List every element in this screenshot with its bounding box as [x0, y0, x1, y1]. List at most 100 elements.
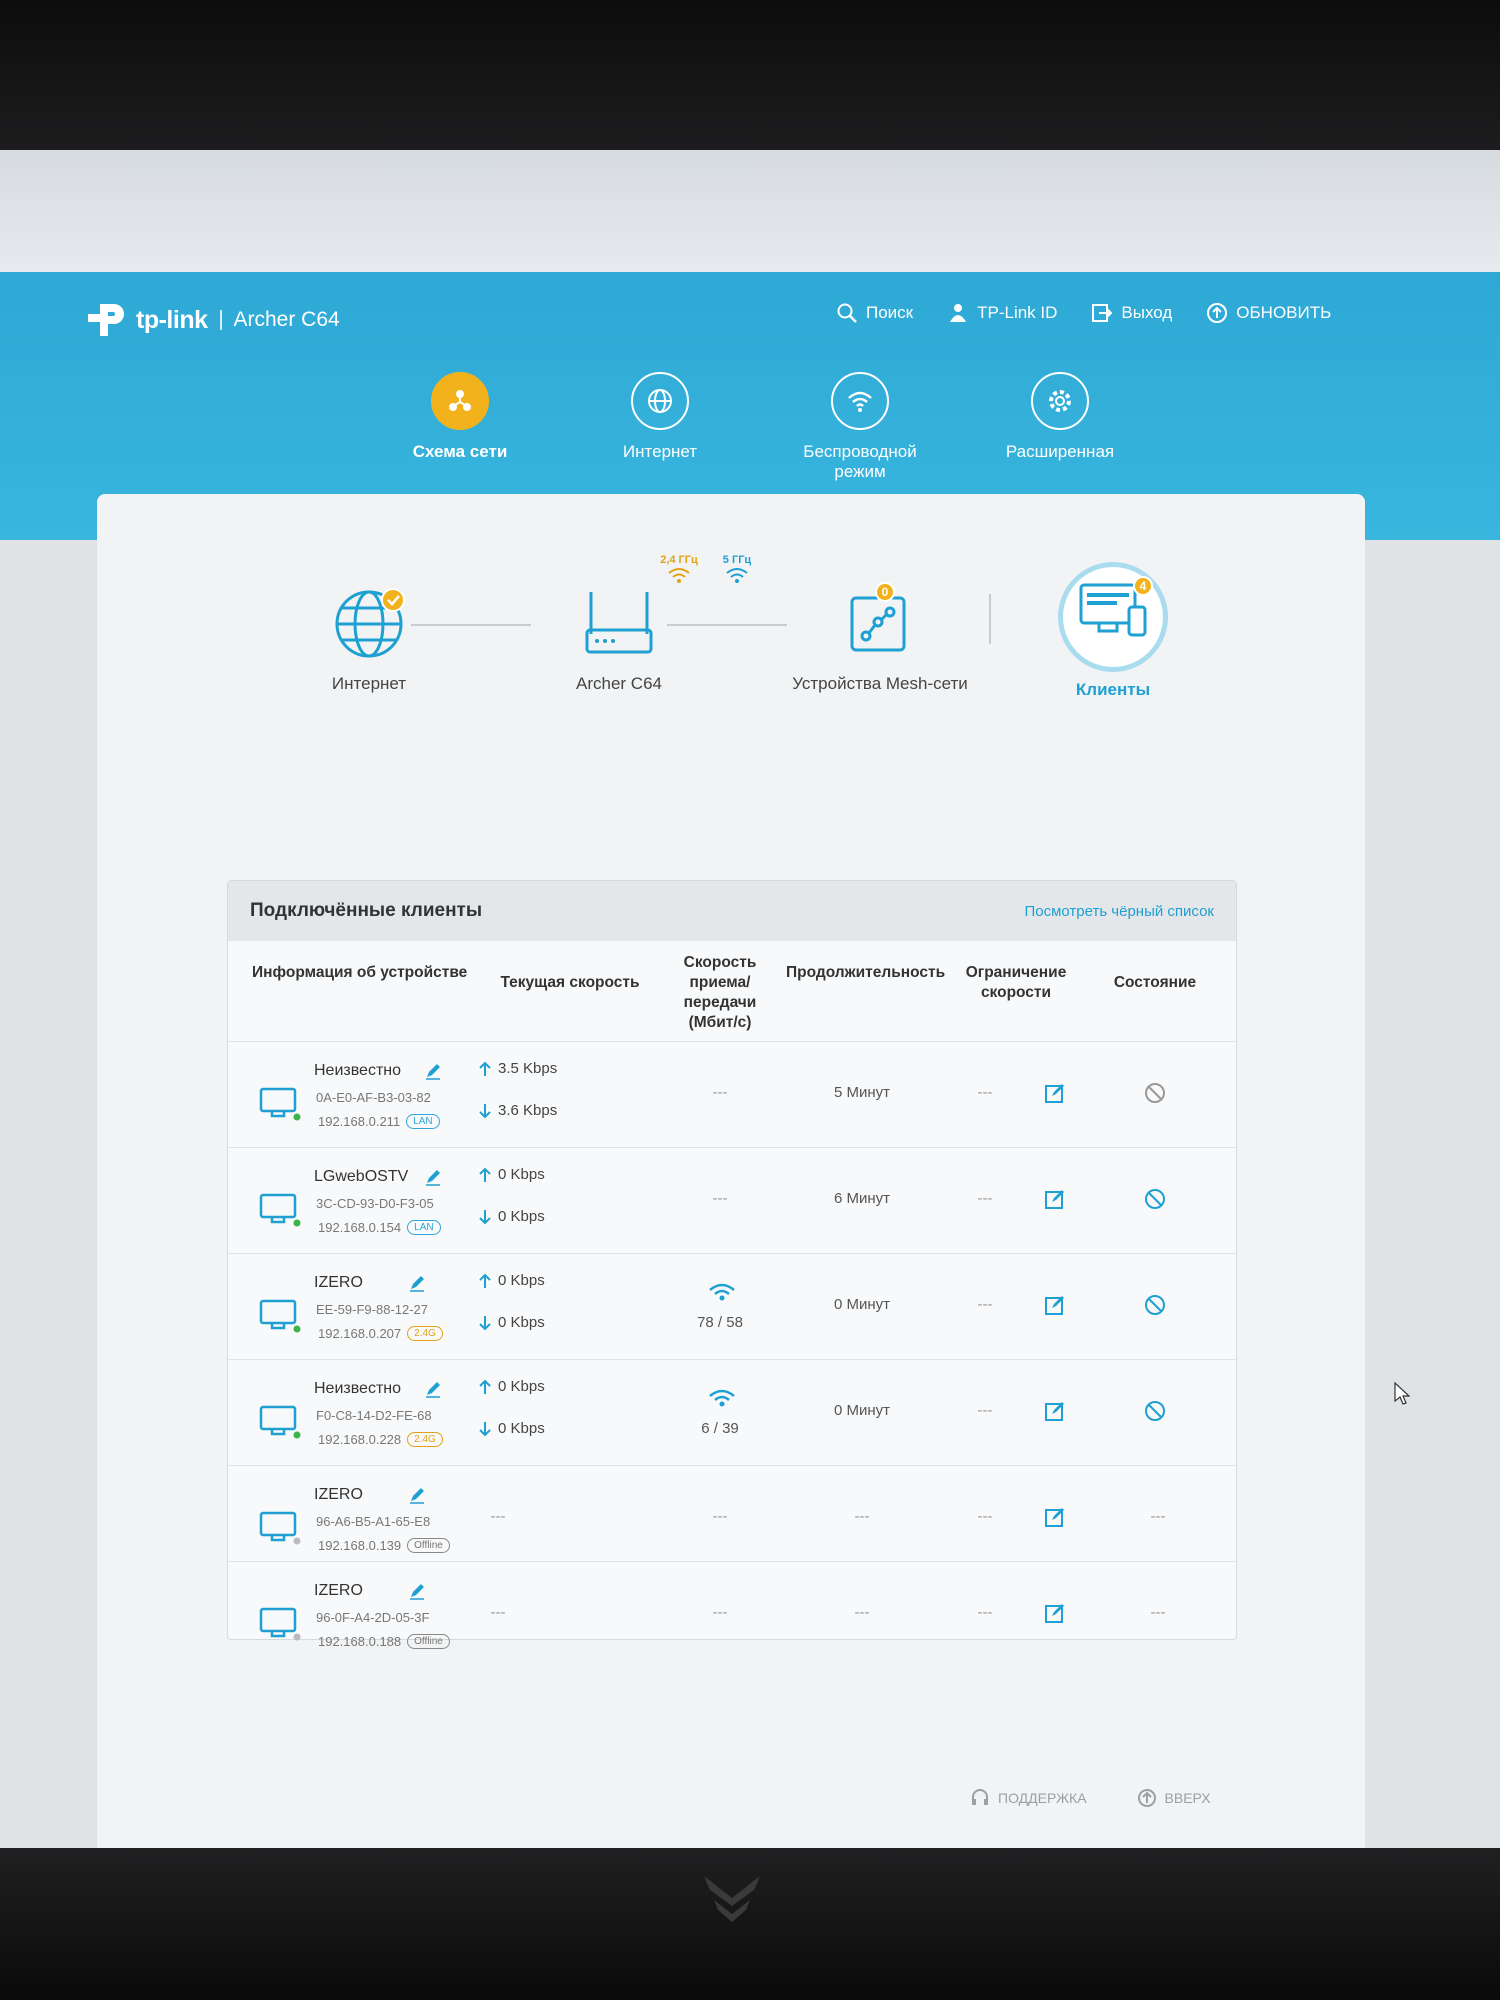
edit-name-icon[interactable]	[424, 1380, 442, 1398]
logout-button[interactable]: Выход	[1091, 302, 1172, 324]
logout-label: Выход	[1121, 303, 1173, 322]
topology-clients[interactable]: Клиенты	[1045, 562, 1181, 700]
browser-chrome	[0, 150, 1500, 272]
edit-limit-icon[interactable]	[1044, 1400, 1066, 1422]
topology-router[interactable]: Archer C64	[537, 586, 701, 694]
connection-type-badge: 2.4G	[407, 1432, 443, 1447]
device-mac: EE-59-F9-88-12-27	[316, 1302, 428, 1317]
table-row: IZERO EE-59-F9-88-12-27 192.168.0.207 2.4G 0…	[228, 1253, 1236, 1359]
device-ip: 192.168.0.211	[318, 1114, 401, 1129]
speed-value: ---	[490, 1604, 506, 1621]
limit-value: ---	[977, 1604, 993, 1621]
header-current-speed: Текущая скорость	[500, 974, 640, 991]
computer-icon	[259, 1299, 301, 1333]
rate-value: ---	[712, 1604, 728, 1621]
edit-limit-icon[interactable]	[1044, 1188, 1066, 1210]
topology-internet[interactable]: Интернет	[297, 586, 441, 694]
blacklist-link[interactable]: Посмотреть чёрный список	[1024, 903, 1214, 920]
topology-mesh[interactable]: Устройства Mesh-сети	[765, 586, 995, 694]
upload-speed: 0 Kbps	[478, 1272, 545, 1289]
tp-link-logo[interactable]: tp-link Archer C64	[86, 298, 340, 342]
network-map-icon	[431, 372, 489, 430]
clients-table-body: Неизвестно 0A-E0-AF-B3-03-82 192.168.0.211…	[228, 1041, 1236, 1657]
upload-value: 0 Kbps	[498, 1378, 545, 1395]
tab-internet[interactable]: Интернет	[560, 372, 760, 482]
device-ip-row: 192.168.0.139 Offline	[318, 1538, 450, 1553]
connected-clients-card: Подключённые клиенты Посмотреть чёрный с…	[227, 880, 1237, 1649]
edit-name-icon[interactable]	[408, 1486, 426, 1504]
back-to-top-label: ВВЕРХ	[1164, 1790, 1211, 1806]
device-name: IZERO	[314, 1582, 363, 1599]
device-ip: 192.168.0.188	[318, 1634, 402, 1649]
support-icon	[972, 1789, 988, 1805]
band-24-label: 2,4 ГГц	[660, 554, 698, 566]
header-rate: Скорость приема/передачи (Мбит/с)	[683, 954, 757, 1031]
download-value: 3.6 Kbps	[498, 1102, 558, 1119]
monitor-bezel-top	[0, 0, 1500, 150]
topology-mesh-label: Устройства Mesh-сети	[792, 674, 968, 693]
arrow-up-icon	[479, 1167, 491, 1182]
search-icon	[837, 303, 857, 323]
tab-wireless[interactable]: Беспроводной режим	[760, 372, 960, 482]
device-ip-row: 192.168.0.188 Offline	[318, 1634, 450, 1649]
search-button[interactable]: Поиск	[836, 302, 913, 324]
device-ip-row: 192.168.0.154 LAN	[318, 1220, 441, 1235]
arrow-down-icon	[479, 1421, 491, 1436]
tplink-id-button[interactable]: TP-Link ID	[947, 302, 1057, 324]
wifi-icon	[668, 568, 690, 583]
limit-value: ---	[977, 1190, 993, 1207]
download-speed: 0 Kbps	[478, 1420, 545, 1437]
edit-limit-icon[interactable]	[1044, 1602, 1066, 1624]
main-nav: Схема сети Интернет Беспроводной режим Р…	[360, 372, 1160, 482]
edit-name-icon[interactable]	[408, 1582, 426, 1600]
browser-screen: tp-link Archer C64 Поиск TP-Link ID Выхо…	[0, 150, 1500, 1848]
block-icon[interactable]	[1144, 1400, 1166, 1422]
computer-icon	[259, 1193, 301, 1227]
duration-value: ---	[854, 1604, 870, 1621]
topology-clients-label: Клиенты	[1075, 680, 1151, 699]
edit-limit-icon[interactable]	[1044, 1082, 1066, 1104]
back-to-top-link[interactable]: ВВЕРХ	[1137, 1788, 1211, 1808]
tab-network-map[interactable]: Схема сети	[360, 372, 560, 482]
router-icon	[585, 592, 653, 654]
edit-limit-icon[interactable]	[1044, 1506, 1066, 1528]
device-ip: 192.168.0.228	[318, 1432, 402, 1447]
computer-icon	[259, 1511, 301, 1545]
edit-name-icon[interactable]	[424, 1062, 442, 1080]
upload-value: 0 Kbps	[498, 1272, 545, 1289]
duration-value: 0 Минут	[833, 1296, 891, 1313]
header-limit: Ограничение скорости	[965, 964, 1067, 1001]
band-5-label: 5 ГГц	[722, 554, 752, 566]
block-icon[interactable]	[1144, 1188, 1166, 1210]
connection-type-badge: LAN	[406, 1114, 440, 1129]
brand-name: tp-link	[136, 305, 208, 334]
block-icon[interactable]	[1144, 1082, 1166, 1104]
update-button[interactable]: ОБНОВИТЬ	[1206, 302, 1331, 324]
edit-name-icon[interactable]	[424, 1168, 442, 1186]
mouse-cursor-icon	[1394, 1382, 1410, 1405]
device-ip: 192.168.0.154	[318, 1220, 402, 1235]
download-speed: 0 Kbps	[478, 1208, 545, 1225]
user-icon	[950, 304, 967, 322]
device-ip-row: 192.168.0.211 LAN	[318, 1114, 440, 1129]
logout-icon	[1092, 304, 1113, 322]
device-mac: F0-C8-14-D2-FE-68	[316, 1408, 432, 1423]
brand-separator	[219, 310, 222, 330]
arrow-up-icon	[479, 1379, 491, 1394]
monitor-bezel-bottom	[0, 1848, 1500, 2000]
tab-advanced[interactable]: Расширенная	[960, 372, 1160, 482]
band-5-indicator: 5 ГГц	[707, 554, 767, 587]
wifi-signal-icon	[709, 1283, 735, 1301]
rate-value: 78 / 58	[697, 1314, 743, 1331]
device-ip-row: 192.168.0.207 2.4G	[318, 1326, 443, 1341]
block-icon[interactable]	[1144, 1294, 1166, 1316]
device-name: Неизвестно	[314, 1062, 402, 1079]
support-link[interactable]: ПОДДЕРЖКА	[970, 1788, 1087, 1808]
upload-speed: 0 Kbps	[478, 1378, 545, 1395]
edit-name-icon[interactable]	[408, 1274, 426, 1292]
divider-line	[989, 594, 991, 644]
edit-limit-icon[interactable]	[1044, 1294, 1066, 1316]
table-row: Неизвестно F0-C8-14-D2-FE-68 192.168.0.228…	[228, 1359, 1236, 1465]
search-label: Поиск	[866, 303, 914, 322]
limit-value: ---	[977, 1084, 993, 1101]
